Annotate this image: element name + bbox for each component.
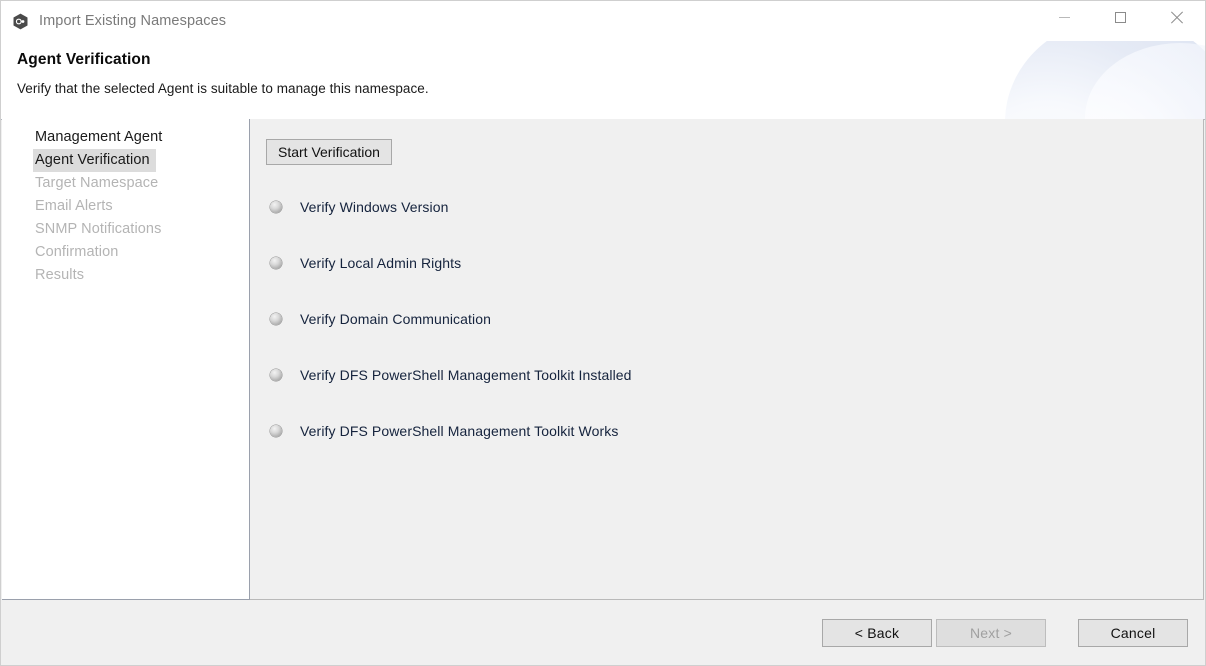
verification-check-label: Verify Windows Version bbox=[300, 199, 449, 215]
verification-check-label: Verify DFS PowerShell Management Toolkit… bbox=[300, 367, 632, 383]
window-title: Import Existing Namespaces bbox=[39, 13, 227, 29]
verification-check-label: Verify DFS PowerShell Management Toolkit… bbox=[300, 423, 619, 439]
close-button[interactable] bbox=[1153, 1, 1199, 33]
sidebar-row: Agent Verification bbox=[2, 149, 249, 172]
status-led-idle-icon bbox=[270, 425, 282, 437]
verification-check-row: Verify Domain Communication bbox=[250, 291, 1204, 347]
status-led-idle-icon bbox=[270, 201, 282, 213]
hexagon-namespace-icon bbox=[13, 13, 28, 29]
maximize-button[interactable] bbox=[1097, 1, 1143, 33]
sidebar-item-snmp-notifications: SNMP Notifications bbox=[35, 221, 162, 237]
close-icon bbox=[1170, 11, 1183, 24]
sidebar-row: Results bbox=[2, 264, 249, 287]
verification-check-list: Verify Windows Version Verify Local Admi… bbox=[250, 179, 1204, 459]
verification-check-label: Verify Domain Communication bbox=[300, 311, 491, 327]
sidebar-item-email-alerts: Email Alerts bbox=[35, 198, 113, 214]
minimize-button[interactable] bbox=[1041, 1, 1087, 33]
verification-check-label: Verify Local Admin Rights bbox=[300, 255, 462, 271]
sidebar-item-results: Results bbox=[35, 267, 85, 283]
header-decoration-highlight-icon bbox=[1085, 43, 1205, 119]
verification-panel: Start Verification Verify Windows Versio… bbox=[250, 119, 1204, 600]
wizard-body: Management Agent Agent Verification Targ… bbox=[1, 119, 1205, 601]
verification-check-row: Verify Windows Version bbox=[250, 179, 1204, 235]
sidebar-item-confirmation: Confirmation bbox=[35, 244, 119, 260]
title-bar: Import Existing Namespaces bbox=[1, 1, 1205, 41]
wizard-footer: < Back Next > Cancel bbox=[1, 601, 1205, 665]
wizard-step-sidebar: Management Agent Agent Verification Targ… bbox=[2, 119, 250, 600]
page-title: Agent Verification bbox=[17, 51, 151, 68]
status-led-idle-icon bbox=[270, 257, 282, 269]
verification-check-row: Verify Local Admin Rights bbox=[250, 235, 1204, 291]
sidebar-item-management-agent[interactable]: Management Agent bbox=[33, 126, 168, 149]
page-subtitle: Verify that the selected Agent is suitab… bbox=[17, 81, 429, 96]
header-decoration-icon bbox=[1005, 41, 1205, 119]
status-led-idle-icon bbox=[270, 369, 282, 381]
sidebar-row: Management Agent bbox=[2, 126, 249, 149]
wizard-header: Agent Verification Verify that the selec… bbox=[1, 41, 1205, 120]
cancel-button[interactable]: Cancel bbox=[1078, 619, 1188, 647]
sidebar-item-target-namespace: Target Namespace bbox=[35, 175, 159, 191]
title-bar-left: Import Existing Namespaces bbox=[12, 1, 226, 41]
sidebar-row: SNMP Notifications bbox=[2, 218, 249, 241]
maximize-icon bbox=[1114, 11, 1126, 23]
next-button: Next > bbox=[936, 619, 1046, 647]
sidebar-row: Email Alerts bbox=[2, 195, 249, 218]
minimize-icon bbox=[1058, 16, 1070, 18]
status-led-idle-icon bbox=[270, 313, 282, 325]
sidebar-row: Confirmation bbox=[2, 241, 249, 264]
sidebar-row: Target Namespace bbox=[2, 172, 249, 195]
wizard-window: Import Existing Namespaces Agent Verific… bbox=[0, 0, 1206, 666]
verification-check-row: Verify DFS PowerShell Management Toolkit… bbox=[250, 347, 1204, 403]
back-button[interactable]: < Back bbox=[822, 619, 932, 647]
start-verification-button[interactable]: Start Verification bbox=[266, 139, 392, 165]
verification-check-row: Verify DFS PowerShell Management Toolkit… bbox=[250, 403, 1204, 459]
sidebar-item-agent-verification[interactable]: Agent Verification bbox=[33, 149, 156, 172]
